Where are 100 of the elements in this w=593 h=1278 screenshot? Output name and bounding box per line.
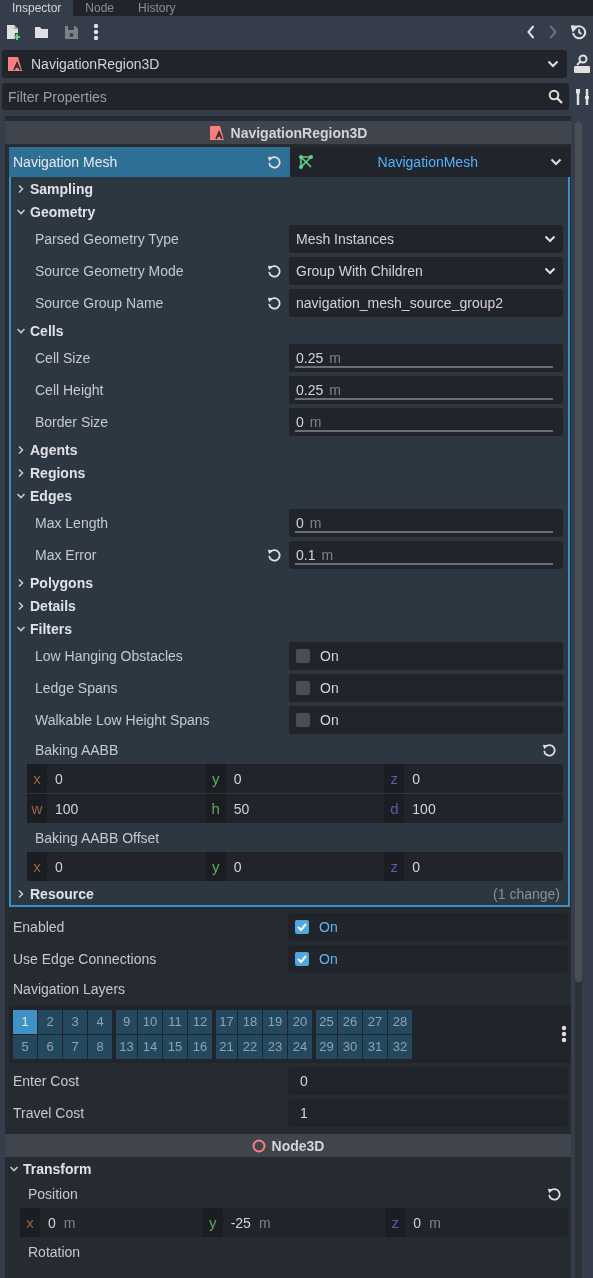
- tab[interactable]: Inspector: [0, 0, 74, 16]
- layer-toggle[interactable]: 20: [288, 1009, 312, 1034]
- group-header[interactable]: Details: [12, 594, 566, 617]
- group-header[interactable]: Polygons: [12, 571, 566, 594]
- checkbox[interactable]: [296, 681, 310, 695]
- layer-toggle[interactable]: 3: [63, 1009, 87, 1034]
- group-header[interactable]: Filters: [12, 617, 566, 640]
- layer-toggle[interactable]: 18: [238, 1009, 262, 1034]
- vector-field[interactable]: x 0: [27, 764, 206, 793]
- revert-icon[interactable]: [267, 264, 281, 278]
- layer-toggle[interactable]: 4: [88, 1009, 112, 1034]
- checkbox-field[interactable]: On: [289, 674, 563, 702]
- revert-icon[interactable]: [547, 1187, 561, 1201]
- layer-toggle[interactable]: 21: [216, 1034, 237, 1059]
- number-field[interactable]: 1: [288, 1099, 568, 1127]
- checkbox-field[interactable]: On: [288, 913, 568, 941]
- layer-toggle[interactable]: 8: [88, 1034, 112, 1059]
- vector-field[interactable]: y 0: [205, 852, 385, 881]
- layer-toggle[interactable]: 28: [388, 1009, 412, 1034]
- number-field[interactable]: 0 m: [289, 509, 563, 537]
- layer-toggle[interactable]: 23: [263, 1034, 287, 1059]
- group-header[interactable]: Geometry: [12, 200, 566, 223]
- save-icon[interactable]: [64, 24, 79, 40]
- checkbox-field[interactable]: On: [289, 706, 563, 734]
- text-field[interactable]: navigation_mesh_source_group2: [289, 289, 563, 317]
- folder-icon[interactable]: [34, 25, 50, 39]
- checkbox[interactable]: [296, 713, 310, 727]
- vector-field[interactable]: z 0 m: [385, 1208, 568, 1237]
- layer-toggle[interactable]: 6: [38, 1034, 62, 1059]
- layer-toggle[interactable]: 26: [338, 1009, 362, 1034]
- menu-icon[interactable]: [561, 1025, 567, 1043]
- number-field[interactable]: 0.1 m: [289, 541, 563, 569]
- vector-field[interactable]: y 0: [205, 764, 385, 793]
- vector-field[interactable]: z 0: [384, 852, 563, 881]
- layer-toggle[interactable]: 24: [288, 1034, 312, 1059]
- number-field[interactable]: 0.25 m: [289, 344, 563, 372]
- group-header[interactable]: Regions: [12, 461, 566, 484]
- checkbox[interactable]: [296, 649, 310, 663]
- layer-toggle[interactable]: 14: [138, 1034, 162, 1059]
- layer-toggle[interactable]: 10: [138, 1009, 162, 1034]
- layer-toggle[interactable]: 22: [238, 1034, 262, 1059]
- checkbox[interactable]: [295, 920, 309, 934]
- group-header[interactable]: Cells: [12, 319, 566, 342]
- checkbox[interactable]: [295, 952, 309, 966]
- layer-toggle[interactable]: 11: [163, 1009, 187, 1034]
- menu-icon[interactable]: [93, 23, 99, 41]
- layer-toggle[interactable]: 19: [263, 1009, 287, 1034]
- tab[interactable]: History: [126, 0, 188, 16]
- unit-label: m: [329, 382, 341, 398]
- layer-toggle[interactable]: 5: [13, 1034, 37, 1059]
- number-field[interactable]: 0: [288, 1067, 568, 1095]
- vector-field[interactable]: z 0: [384, 764, 563, 793]
- tools-icon[interactable]: [575, 87, 591, 106]
- checkbox-field[interactable]: On: [289, 642, 563, 670]
- scrollbar[interactable]: [575, 122, 582, 1278]
- caret-icon: [544, 235, 556, 243]
- revert-icon[interactable]: [267, 548, 281, 562]
- layer-toggle[interactable]: 7: [63, 1034, 87, 1059]
- layer-toggle[interactable]: 17: [216, 1009, 237, 1034]
- layer-toggle[interactable]: 32: [388, 1034, 412, 1059]
- history-icon[interactable]: [571, 24, 587, 40]
- object-selector[interactable]: NavigationRegion3D: [2, 50, 567, 78]
- vector-field[interactable]: x 0 m: [20, 1208, 203, 1237]
- tab[interactable]: Node: [73, 0, 127, 16]
- group-header[interactable]: Transform: [5, 1157, 571, 1180]
- layer-toggle[interactable]: 30: [338, 1034, 362, 1059]
- checkbox-field[interactable]: On: [288, 945, 568, 973]
- revert-icon[interactable]: [267, 296, 281, 310]
- region-icon: [7, 56, 23, 72]
- property-label: Max Length: [35, 515, 109, 531]
- revert-icon[interactable]: [542, 743, 556, 757]
- back-icon[interactable]: [527, 25, 535, 39]
- group-header[interactable]: Resource (1 change): [12, 882, 566, 905]
- group-header[interactable]: Agents: [12, 438, 566, 461]
- number-field[interactable]: 0 m: [289, 408, 563, 436]
- layer-toggle[interactable]: 16: [188, 1034, 212, 1059]
- number-field[interactable]: 0.25 m: [289, 376, 563, 404]
- property-label: Navigation Layers: [13, 981, 126, 997]
- group-header[interactable]: Sampling: [12, 177, 566, 200]
- new-file-icon[interactable]: [6, 24, 20, 40]
- vector-field[interactable]: x 0: [27, 852, 206, 881]
- layer-toggle[interactable]: 2: [38, 1009, 62, 1034]
- layer-toggle[interactable]: 27: [363, 1009, 387, 1034]
- vector-field[interactable]: h 50: [205, 794, 385, 823]
- region-icon: [208, 124, 225, 141]
- layer-toggle[interactable]: 15: [163, 1034, 187, 1059]
- unit-label: m: [429, 1214, 441, 1231]
- layer-toggle[interactable]: 13: [116, 1034, 137, 1059]
- dropdown[interactable]: Mesh Instances: [289, 225, 563, 253]
- layer-toggle[interactable]: 29: [316, 1034, 337, 1059]
- vector-field[interactable]: d 100: [384, 794, 563, 823]
- layer-toggle[interactable]: 31: [363, 1034, 387, 1059]
- layer-toggle[interactable]: 12: [188, 1009, 212, 1034]
- layer-toggle[interactable]: 9: [116, 1009, 137, 1034]
- group-header[interactable]: Edges: [12, 484, 566, 507]
- filter-field[interactable]: Filter Properties: [2, 83, 569, 110]
- layer-toggle[interactable]: 25: [316, 1009, 337, 1034]
- dropdown[interactable]: Group With Children: [289, 257, 563, 285]
- vector-field[interactable]: y -25 m: [202, 1208, 386, 1237]
- vector-field[interactable]: w 100: [27, 794, 206, 823]
